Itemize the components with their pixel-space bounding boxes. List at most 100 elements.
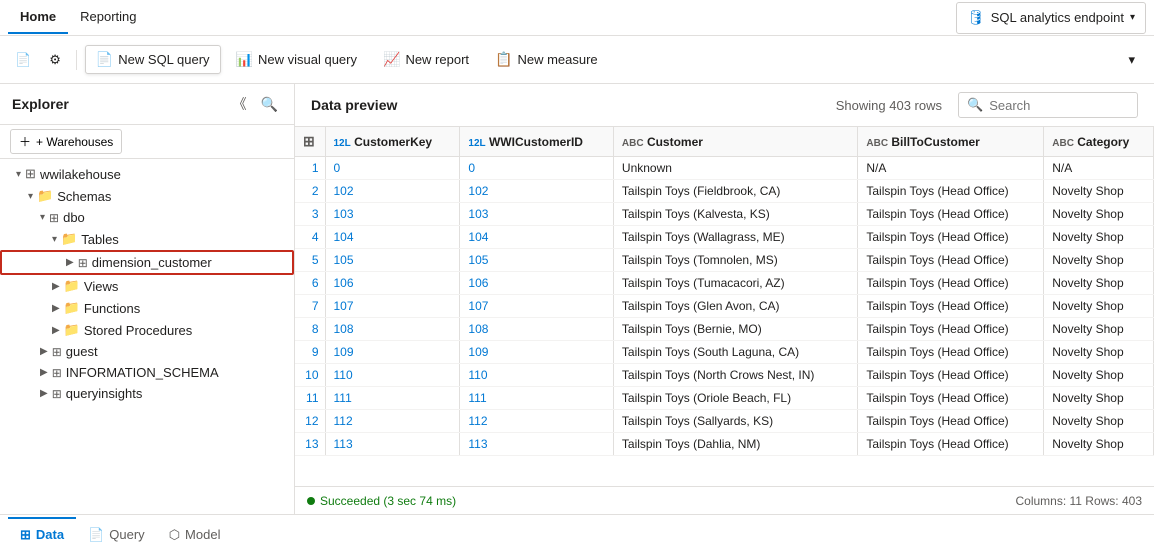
toolbar-divider [76,50,77,70]
row-num-header: ⊞ [295,127,325,157]
visual-query-icon: 📊 [236,51,253,68]
table-row: 9 109 109 Tailspin Toys (South Laguna, C… [295,341,1154,364]
bill-to-cell: Tailspin Toys (Head Office) [858,410,1044,433]
model-tab-icon: ⬡ [169,527,180,543]
table-row: 1 0 0 Unknown N/A N/A [295,157,1154,180]
col-type-icon: 12L [334,138,351,149]
query-tab-icon: 📄 [88,527,104,543]
col-header-wwi-customer-id: 12L WWICustomerID [460,127,614,157]
tree-item-dimension-customer[interactable]: ▶ ⊞ dimension_customer [0,250,294,275]
search-box[interactable]: 🔍 [958,92,1138,118]
category-cell: Novelty Shop [1044,180,1154,203]
tree-item-views[interactable]: ▶ 📁 Views [0,275,294,297]
bottom-tabs: ⊞ Data 📄 Query ⬡ Model [0,514,1154,552]
chevron-icon: ▶ [52,325,60,336]
table-row: 2 102 102 Tailspin Toys (Fieldbrook, CA)… [295,180,1154,203]
row-num-cell: 12 [295,410,325,433]
wwi-id-cell: 104 [460,226,614,249]
bill-to-cell: Tailspin Toys (Head Office) [858,295,1044,318]
tree-item-stored-procedures[interactable]: ▶ 📁 Stored Procedures [0,319,294,341]
wwi-id-cell: 107 [460,295,614,318]
customer-cell: Tailspin Toys (Glen Avon, CA) [613,295,857,318]
new-sql-query-label: New SQL query [118,52,209,67]
data-preview-header: Data preview Showing 403 rows 🔍 [295,84,1154,127]
tree-item-functions[interactable]: ▶ 📁 Functions [0,297,294,319]
data-table-container: ⊞ 12L CustomerKey 12L WWICustomerID ABC [295,127,1154,486]
bill-to-cell: Tailspin Toys (Head Office) [858,364,1044,387]
category-cell: Novelty Shop [1044,410,1154,433]
sidebar-title: Explorer [12,96,69,112]
status-success: Succeeded (3 sec 74 ms) [307,494,456,508]
folder-icon: 📁 [37,188,53,204]
customer-key-cell: 105 [325,249,460,272]
tree-item-guest[interactable]: ▶ ⊞ guest [0,341,294,362]
customer-cell: Unknown [613,157,857,180]
toolbar: 📄 ⚙ 📄 New SQL query 📊 New visual query 📈… [0,36,1154,84]
customer-cell: Tailspin Toys (Tomnolen, MS) [613,249,857,272]
tree-label-functions: Functions [84,301,140,316]
tree-label-schemas: Schemas [57,189,111,204]
row-num-cell: 5 [295,249,325,272]
search-input[interactable] [989,98,1129,113]
db-icon: ⊞ [25,166,36,182]
tree-item-schemas[interactable]: ▾ 📁 Schemas [0,185,294,207]
tab-query[interactable]: 📄 Query [76,517,157,551]
new-sql-query-button[interactable]: 📄 New SQL query [85,45,221,74]
customer-cell: Tailspin Toys (Wallagrass, ME) [613,226,857,249]
new-measure-label: New measure [517,52,597,67]
chevron-icon: ▶ [40,388,48,399]
new-measure-button[interactable]: 📋 New measure [484,45,609,74]
tree-label-views: Views [84,279,118,294]
tree-label-tables: Tables [81,232,119,247]
tree-label-stored-procedures: Stored Procedures [84,323,192,338]
chevron-icon: ▾ [16,169,21,180]
row-num-cell: 4 [295,226,325,249]
top-nav-tabs: Home Reporting 🛢 SQL analytics endpoint … [0,0,1154,36]
folder-icon: 📁 [64,300,80,316]
data-tab-icon: ⊞ [20,527,31,543]
toolbar-expand-button[interactable]: ▾ [1117,46,1146,74]
customer-cell: Tailspin Toys (Bernie, MO) [613,318,857,341]
new-report-button[interactable]: 📈 New report [372,45,480,74]
tree-label-information-schema: INFORMATION_SCHEMA [66,365,219,380]
sidebar-search-button[interactable]: 🔍 [257,92,282,116]
chevron-icon: ▶ [40,346,48,357]
tree-item-tables[interactable]: ▾ 📁 Tables [0,228,294,250]
customer-cell: Tailspin Toys (Oriole Beach, FL) [613,387,857,410]
wwi-id-cell: 105 [460,249,614,272]
tab-data[interactable]: ⊞ Data [8,517,76,551]
customer-key-cell: 102 [325,180,460,203]
endpoint-selector[interactable]: 🛢 SQL analytics endpoint ▾ [956,2,1146,34]
settings-button[interactable]: ⚙ [42,46,68,74]
folder-icon: 📁 [61,231,77,247]
customer-key-cell: 108 [325,318,460,341]
bill-to-cell: Tailspin Toys (Head Office) [858,272,1044,295]
sidebar-add-section: ＋ + Warehouses [0,125,294,159]
tree-item-queryinsights[interactable]: ▶ ⊞ queryinsights [0,383,294,404]
table-row: 13 113 113 Tailspin Toys (Dahlia, NM) Ta… [295,433,1154,456]
tree-item-dbo[interactable]: ▾ ⊞ dbo [0,207,294,228]
col-header-label: CustomerKey [354,135,432,149]
add-warehouses-button[interactable]: ＋ + Warehouses [10,129,122,154]
tab-home[interactable]: Home [8,1,68,34]
tree-item-wwilakehouse[interactable]: ▾ ⊞ wwilakehouse [0,163,294,185]
customer-key-cell: 104 [325,226,460,249]
tree-item-information-schema[interactable]: ▶ ⊞ INFORMATION_SCHEMA [0,362,294,383]
bill-to-cell: Tailspin Toys (Head Office) [858,249,1044,272]
row-num-cell: 11 [295,387,325,410]
sidebar-collapse-button[interactable]: 《 [229,92,251,116]
bill-to-cell: N/A [858,157,1044,180]
tab-reporting[interactable]: Reporting [68,1,148,34]
new-file-button[interactable]: 📄 [8,46,38,74]
row-num-cell: 8 [295,318,325,341]
new-visual-query-button[interactable]: 📊 New visual query [225,45,368,74]
sidebar: Explorer 《 🔍 ＋ + Warehouses ▾ ⊞ wwilakeh… [0,84,295,514]
category-cell: Novelty Shop [1044,387,1154,410]
tab-model[interactable]: ⬡ Model [157,517,233,551]
schema-icon: ⊞ [52,387,62,401]
main-layout: Explorer 《 🔍 ＋ + Warehouses ▾ ⊞ wwilakeh… [0,84,1154,514]
add-icon: ＋ [19,133,31,150]
col-header-customer-key: 12L CustomerKey [325,127,460,157]
sidebar-controls: 《 🔍 [229,92,282,116]
sidebar-header: Explorer 《 🔍 [0,84,294,125]
